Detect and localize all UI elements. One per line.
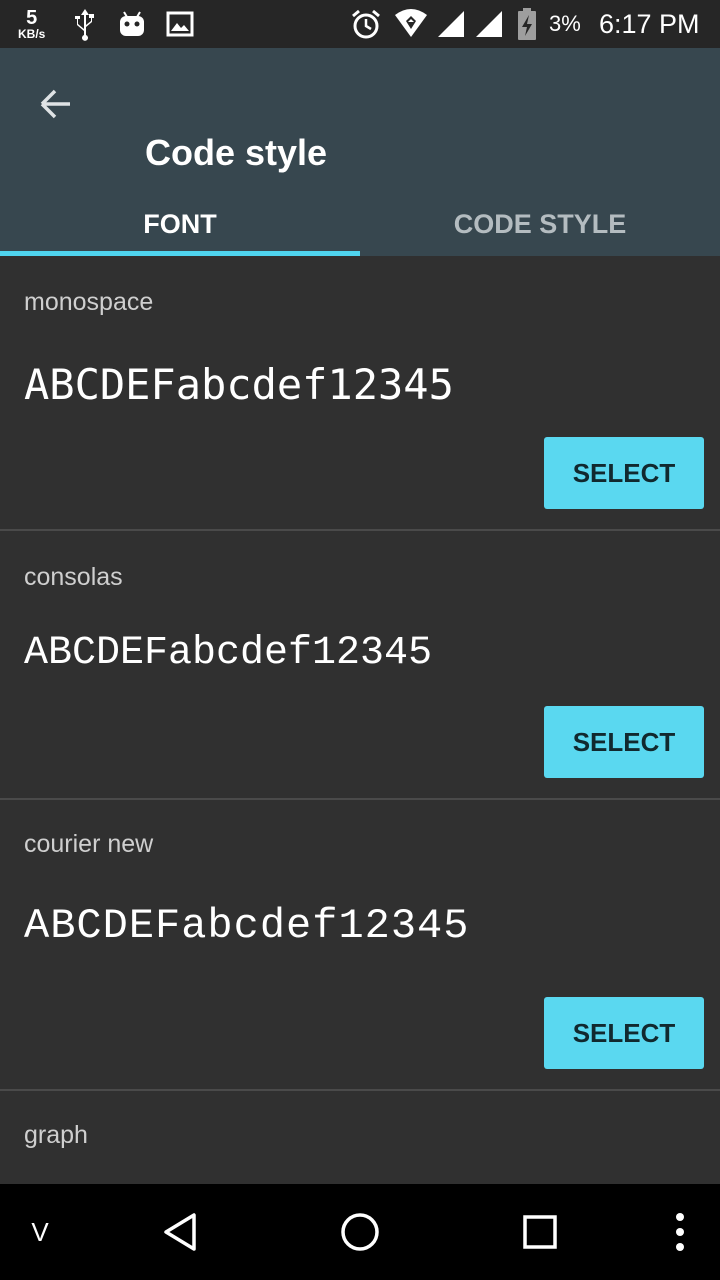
alarm-icon [350,0,382,48]
signal-icon [436,0,466,48]
wifi-icon [394,0,428,48]
battery-charging-icon [516,0,538,48]
android-icon [118,0,146,48]
back-button[interactable] [24,76,88,136]
select-button[interactable]: SELECT [544,437,704,509]
usb-icon [72,0,98,48]
image-icon [166,0,194,48]
more-icon[interactable] [660,1184,700,1280]
recents-icon[interactable] [500,1184,580,1280]
font-name: graph [24,1121,88,1149]
font-card-courier-new: courier new ABCDEFabcdef12345 SELECT [0,800,720,1091]
font-name: monospace [24,288,154,316]
navigation-bar: V [0,1184,720,1280]
font-name: consolas [24,563,123,591]
select-button[interactable]: SELECT [544,706,704,778]
font-name: courier new [24,830,154,858]
home-icon[interactable] [320,1184,400,1280]
network-speed-unit: KB/s [18,27,46,41]
clock: 6:17 PM [599,8,700,39]
network-speed-value: 5 [26,7,38,29]
font-sample: ABCDEFabcdef12345 [24,631,433,676]
font-card-monospace: monospace ABCDEFabcdef12345 SELECT [0,256,720,531]
back-icon[interactable] [140,1184,220,1280]
signal-icon [474,0,504,48]
status-bar: 5 KB/s 3% 6:17 PM [0,0,720,48]
font-card-consolas: consolas ABCDEFabcdef12345 SELECT [0,531,720,800]
select-button[interactable]: SELECT [544,997,704,1069]
tab-code-style[interactable]: CODE STYLE [360,192,720,256]
font-card-graph: graph [0,1091,720,1184]
arrow-left-icon [38,86,74,127]
font-sample: ABCDEFabcdef12345 [24,360,454,409]
nav-v-label[interactable]: V [16,1184,64,1280]
app-bar: Code style FONT CODE STYLE [0,48,720,256]
page-title: Code style [145,132,328,173]
tab-font[interactable]: FONT [0,192,360,256]
network-speed: 5 KB/s [18,0,45,48]
font-sample: ABCDEFabcdef12345 [24,902,470,950]
battery-percent: 3% [549,11,581,36]
